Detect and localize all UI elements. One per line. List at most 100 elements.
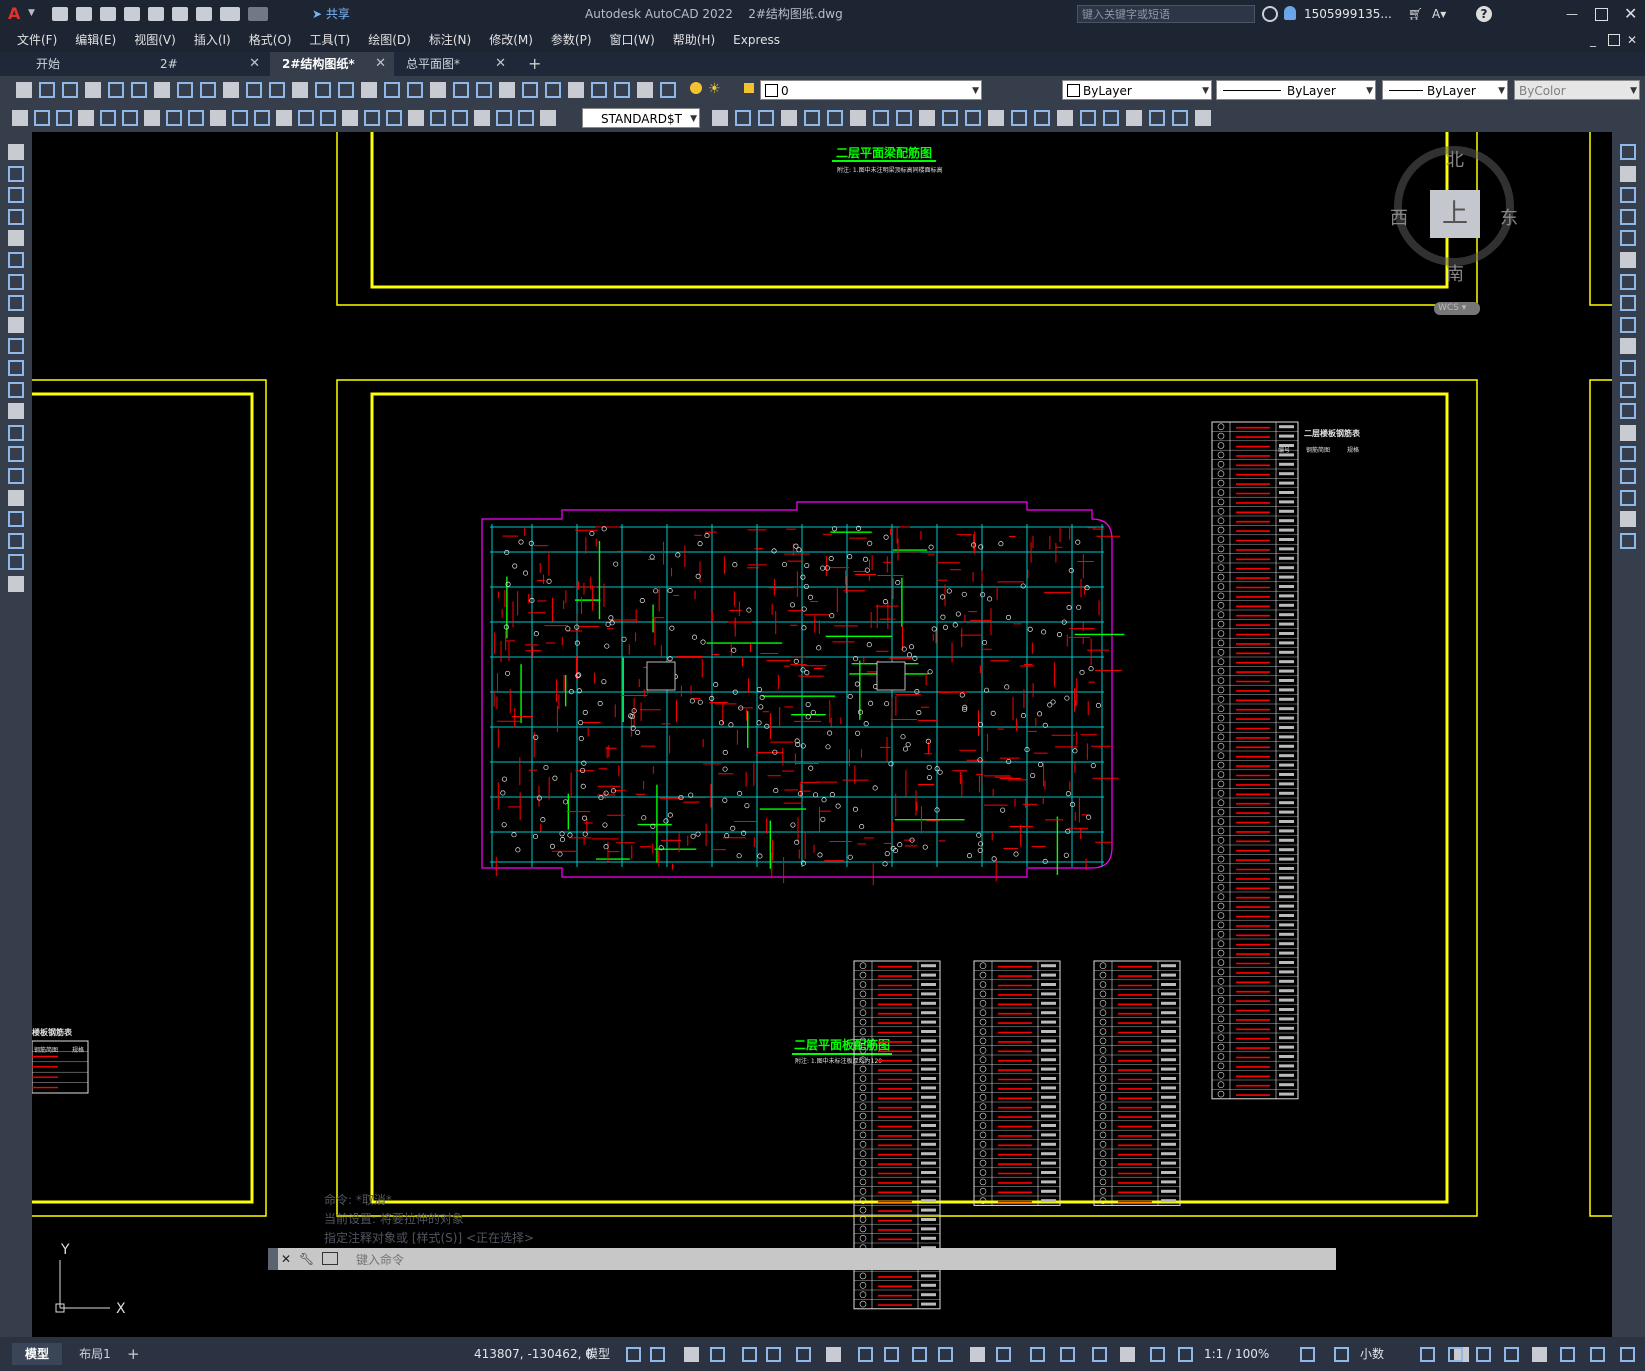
save-icon[interactable] bbox=[100, 7, 116, 21]
dim-tool-8-icon[interactable] bbox=[188, 110, 204, 126]
modify-side-tool-8-icon[interactable] bbox=[1620, 316, 1636, 333]
modify-side-tool-4-icon[interactable] bbox=[1620, 230, 1636, 247]
wcs-menu[interactable]: WCS ▾ bbox=[1434, 302, 1480, 315]
modify-tool-6-icon[interactable] bbox=[850, 110, 866, 126]
status-toggle-26-icon[interactable] bbox=[1504, 1347, 1519, 1362]
status-toggle-17-icon[interactable] bbox=[1120, 1347, 1135, 1362]
redo-icon[interactable] bbox=[248, 7, 268, 21]
standard-tool-25-icon[interactable] bbox=[591, 82, 607, 98]
cart-icon[interactable]: 🛒︎ bbox=[1408, 0, 1423, 28]
status-toggle-7-icon[interactable] bbox=[826, 1347, 841, 1362]
close-icon[interactable]: ✕ bbox=[281, 1248, 291, 1270]
new-tab-button[interactable]: + bbox=[528, 52, 541, 76]
modify-side-tool-10-icon[interactable] bbox=[1620, 360, 1636, 376]
modify-tool-13-icon[interactable] bbox=[1011, 110, 1027, 126]
modify-side-tool-9-icon[interactable] bbox=[1620, 338, 1636, 355]
share-button[interactable]: ➤ 共享 bbox=[312, 0, 350, 28]
linetype-dropdown[interactable]: ByLayer ▼ bbox=[1216, 80, 1376, 100]
menu-item-0[interactable]: 文件(F) bbox=[8, 28, 66, 52]
drawing-canvas[interactable]: 二层平面梁配筋图 附注: 1.图中未注明梁顶标高同楼面标高 二层平面板配筋图 附… bbox=[32, 132, 1612, 1337]
dim-tool-15-icon[interactable] bbox=[342, 110, 358, 126]
standard-tool-11-icon[interactable] bbox=[269, 82, 285, 98]
modify-side-tool-16-icon[interactable] bbox=[1620, 489, 1636, 506]
standard-tool-1-icon[interactable] bbox=[39, 82, 55, 98]
modify-side-tool-18-icon[interactable] bbox=[1620, 532, 1636, 549]
dim-tool-18-icon[interactable] bbox=[408, 110, 424, 126]
doc-minimize-button[interactable]: _ bbox=[1590, 28, 1596, 52]
command-input[interactable] bbox=[354, 1250, 1318, 1270]
undo-icon[interactable] bbox=[220, 7, 240, 21]
status-toggle-15-icon[interactable] bbox=[1060, 1347, 1075, 1362]
dim-tool-19-icon[interactable] bbox=[430, 110, 446, 126]
dim-tool-2-icon[interactable] bbox=[56, 110, 72, 126]
new-file-icon[interactable] bbox=[52, 7, 68, 21]
status-toggle-25-icon[interactable] bbox=[1476, 1347, 1491, 1362]
standard-tool-16-icon[interactable] bbox=[384, 82, 400, 98]
status-toggle-6-icon[interactable] bbox=[796, 1347, 811, 1362]
modify-tool-7-icon[interactable] bbox=[873, 110, 889, 126]
standard-tool-3-icon[interactable] bbox=[85, 82, 101, 98]
modify-tool-19-icon[interactable] bbox=[1149, 110, 1165, 126]
status-toggle-12-icon[interactable] bbox=[970, 1347, 985, 1362]
standard-tool-12-icon[interactable] bbox=[292, 82, 308, 98]
dim-tool-12-icon[interactable] bbox=[276, 110, 292, 126]
modify-side-tool-3-icon[interactable] bbox=[1620, 208, 1636, 225]
modify-tool-15-icon[interactable] bbox=[1057, 110, 1073, 126]
status-toggle-5-icon[interactable] bbox=[766, 1347, 781, 1362]
save-web-icon[interactable] bbox=[172, 7, 188, 21]
layer-lightbulb-icon[interactable] bbox=[690, 82, 702, 94]
drawing-svg[interactable]: 二层平面梁配筋图 附注: 1.图中未注明梁顶标高同楼面标高 二层平面板配筋图 附… bbox=[32, 132, 1612, 1337]
status-toggle-16-icon[interactable] bbox=[1092, 1347, 1107, 1362]
modify-side-tool-14-icon[interactable] bbox=[1620, 446, 1636, 463]
add-layout-button[interactable]: + bbox=[127, 1343, 140, 1365]
draw-tool-6-icon[interactable] bbox=[8, 273, 24, 290]
status-toggle-24-icon[interactable] bbox=[1448, 1347, 1463, 1362]
units-dropdown[interactable]: 小数 bbox=[1360, 1337, 1384, 1371]
tab-2[interactable]: 2# ✕ bbox=[150, 52, 268, 76]
coordinates-readout[interactable]: 413807, -130462, 0 bbox=[474, 1337, 593, 1371]
plot-icon[interactable] bbox=[196, 7, 212, 21]
dim-tool-16-icon[interactable] bbox=[364, 110, 380, 126]
dim-tool-6-icon[interactable] bbox=[144, 110, 160, 126]
plotstyle-dropdown[interactable]: ByColor ▼ bbox=[1514, 80, 1640, 100]
dim-tool-11-icon[interactable] bbox=[254, 110, 270, 126]
draw-tool-16-icon[interactable] bbox=[8, 489, 24, 506]
menu-item-6[interactable]: 绘图(D) bbox=[359, 28, 420, 52]
status-toggle-18-icon[interactable] bbox=[1150, 1347, 1165, 1362]
command-grip[interactable] bbox=[268, 1248, 278, 1270]
dim-tool-23-icon[interactable] bbox=[518, 110, 534, 126]
modify-side-tool-11-icon[interactable] bbox=[1620, 381, 1636, 398]
close-window-button[interactable]: ✕ bbox=[1624, 0, 1637, 28]
status-toggle-3-icon[interactable] bbox=[710, 1347, 725, 1362]
status-toggle-13-icon[interactable] bbox=[996, 1347, 1011, 1362]
layer-dropdown[interactable]: 0 ▼ bbox=[760, 80, 982, 100]
tab-model[interactable]: 模型 bbox=[12, 1343, 62, 1365]
status-toggle-8-icon[interactable] bbox=[858, 1347, 873, 1362]
minimize-button[interactable]: — bbox=[1566, 0, 1578, 28]
doc-close-button[interactable]: ✕ bbox=[1627, 28, 1637, 52]
dim-tool-5-icon[interactable] bbox=[122, 110, 138, 126]
modify-tool-20-icon[interactable] bbox=[1172, 110, 1188, 126]
standard-tool-7-icon[interactable] bbox=[177, 82, 193, 98]
standard-tool-6-icon[interactable] bbox=[154, 82, 170, 98]
draw-tool-20-icon[interactable] bbox=[8, 576, 24, 592]
standard-tool-0-icon[interactable] bbox=[16, 82, 32, 98]
modify-tool-2-icon[interactable] bbox=[758, 110, 774, 126]
modify-tool-21-icon[interactable] bbox=[1195, 110, 1211, 126]
dim-tool-13-icon[interactable] bbox=[298, 110, 314, 126]
menu-item-1[interactable]: 编辑(E) bbox=[66, 28, 125, 52]
modify-tool-10-icon[interactable] bbox=[942, 110, 958, 126]
draw-tool-12-icon[interactable] bbox=[8, 403, 24, 420]
text-style-dropdown[interactable]: STANDARD$T ▼ bbox=[582, 108, 700, 128]
modify-side-tool-15-icon[interactable] bbox=[1620, 468, 1636, 484]
annotation-scale[interactable]: 1:1 / 100% bbox=[1204, 1337, 1269, 1371]
draw-tool-1-icon[interactable] bbox=[8, 165, 24, 182]
draw-tool-10-icon[interactable] bbox=[8, 360, 24, 376]
viewcube-north[interactable]: 北 bbox=[1446, 146, 1464, 172]
standard-tool-18-icon[interactable] bbox=[430, 82, 446, 98]
standard-tool-9-icon[interactable] bbox=[223, 82, 239, 98]
viewcube-top-face[interactable]: 上 bbox=[1430, 190, 1480, 238]
close-icon[interactable]: ✕ bbox=[495, 52, 506, 76]
standard-tool-13-icon[interactable] bbox=[315, 82, 331, 98]
standard-tool-15-icon[interactable] bbox=[361, 82, 377, 98]
